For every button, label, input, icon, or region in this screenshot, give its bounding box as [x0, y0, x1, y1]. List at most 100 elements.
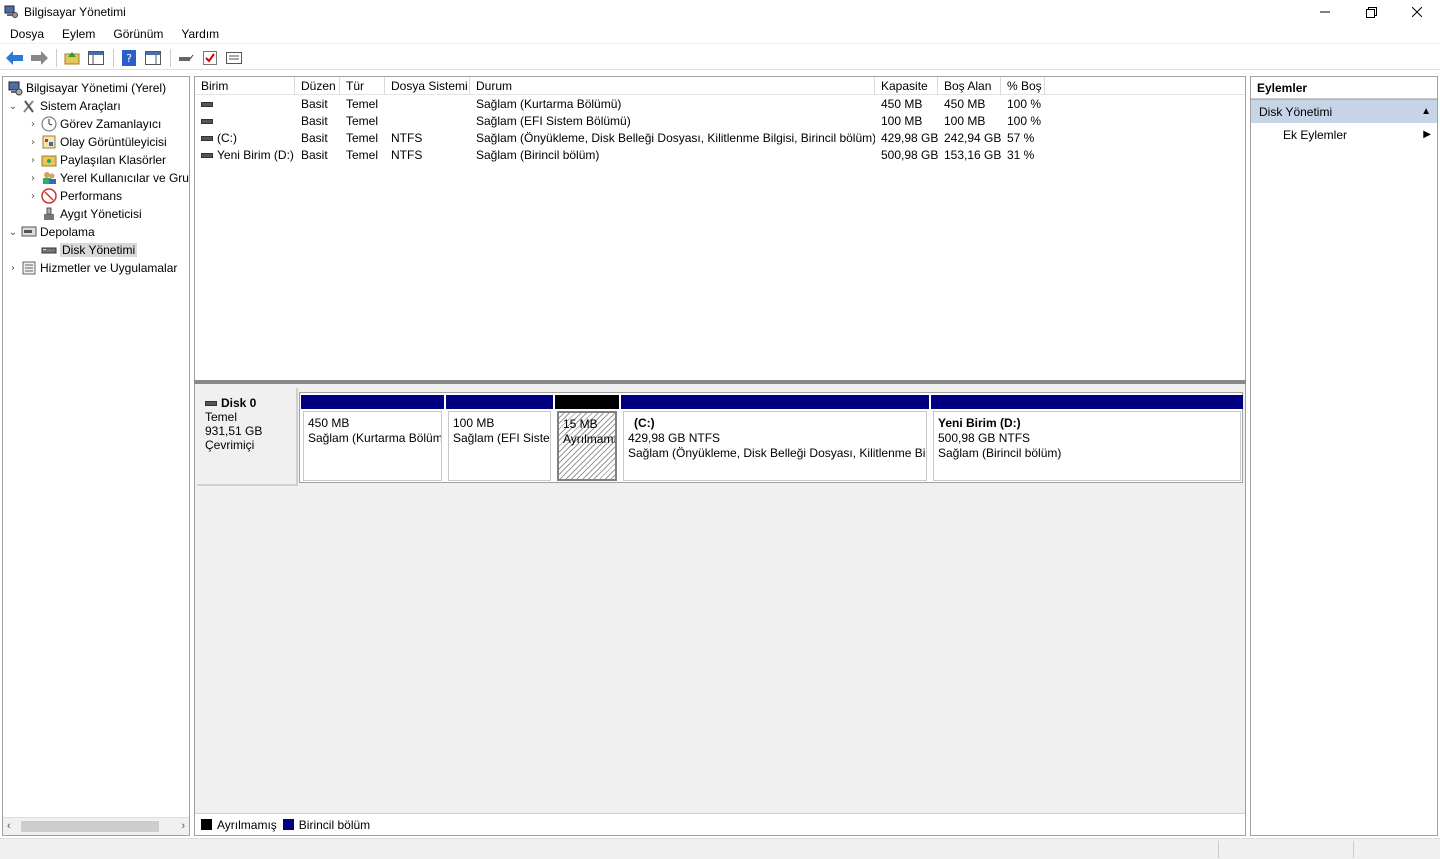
drive-icon — [201, 153, 213, 159]
volume-list-header: Birim Düzen Tür Dosya Sistemi Durum Kapa… — [195, 77, 1245, 95]
table-row[interactable]: (C:) Basit Temel NTFS Sağlam (Önyükleme,… — [195, 130, 1245, 147]
menu-bar: Dosya Eylem Görünüm Yardım — [0, 24, 1440, 44]
tree-item-task-scheduler[interactable]: › Görev Zamanlayıcı — [27, 115, 161, 133]
disk-icon — [41, 242, 57, 258]
clock-icon — [41, 116, 57, 132]
partition-unallocated[interactable]: 15 MB Ayrılmamış — [555, 395, 619, 481]
chevron-right-icon[interactable]: › — [27, 119, 39, 130]
menu-dosya[interactable]: Dosya — [0, 27, 52, 41]
chevron-right-icon[interactable]: › — [7, 263, 19, 274]
partition-efi[interactable]: 100 MB Sağlam (EFI Sistem Bölümü) — [446, 395, 553, 481]
table-row[interactable]: Yeni Birim (D:) Basit Temel NTFS Sağlam … — [195, 147, 1245, 164]
submenu-arrow-icon: ▶ — [1423, 129, 1431, 140]
actions-pane: Eylemler Disk Yönetimi ▲ Ek Eylemler ▶ — [1250, 76, 1438, 836]
tree-item-event-viewer[interactable]: › Olay Görüntüleyicisi — [27, 133, 167, 151]
chevron-down-icon[interactable]: ⌄ — [7, 101, 19, 112]
toolbar-separator — [56, 48, 57, 67]
performance-icon — [41, 188, 57, 204]
collapse-up-icon[interactable]: ▲ — [1421, 100, 1431, 123]
properties-button[interactable] — [223, 48, 245, 68]
actions-header: Eylemler — [1251, 77, 1437, 99]
partition-color-bar — [301, 395, 444, 409]
storage-icon — [21, 224, 37, 240]
legend-item-unallocated: Ayrılmamış — [201, 818, 277, 832]
disk-size: 931,51 GB — [205, 424, 263, 438]
col-header-kapasite[interactable]: Kapasite — [875, 77, 938, 95]
action-more-actions[interactable]: Ek Eylemler ▶ — [1251, 123, 1437, 147]
partition-d[interactable]: Yeni Birim (D:) 500,98 GB NTFS Sağlam (B… — [931, 395, 1243, 481]
toolbar-separator — [113, 48, 114, 67]
menu-eylem[interactable]: Eylem — [52, 27, 103, 41]
col-header-birim[interactable]: Birim — [195, 77, 295, 95]
tree-horizontal-scrollbar[interactable]: ‹ › — [3, 817, 189, 835]
tree-item-device-manager[interactable]: Aygıt Yöneticisi — [39, 205, 142, 223]
tree-item-shared-folders[interactable]: › Paylaşılan Klasörler — [27, 151, 166, 169]
device-manager-icon — [41, 206, 57, 222]
chevron-right-icon[interactable]: › — [27, 191, 39, 202]
menu-yardim[interactable]: Yardım — [171, 27, 227, 41]
table-row[interactable]: Basit Temel Sağlam (Kurtarma Bölümü) 450… — [195, 96, 1245, 113]
col-header-bos-alan[interactable]: Boş Alan — [938, 77, 1001, 95]
legend-item-primary: Birincil bölüm — [282, 818, 370, 832]
computer-management-app-icon — [4, 5, 18, 19]
show-hide-tree-button[interactable] — [85, 48, 107, 68]
checkmark-icon — [203, 50, 217, 65]
back-button[interactable] — [4, 48, 26, 68]
tree-item-performance[interactable]: › Performans — [27, 187, 122, 205]
help-button[interactable]: ? — [118, 48, 140, 68]
col-header-yuzde-bos[interactable]: % Boş — [1001, 77, 1045, 95]
legend-swatch — [282, 819, 294, 830]
folder-up-icon — [64, 51, 80, 64]
forward-button[interactable] — [28, 48, 50, 68]
tree-item-disk-management[interactable]: Disk Yönetimi — [39, 241, 138, 259]
tree-item-system-tools[interactable]: ⌄ Sistem Araçları — [7, 97, 121, 115]
partition-color-bar — [446, 395, 553, 409]
action-pane-icon — [145, 50, 161, 65]
volume-list: Birim Düzen Tür Dosya Sistemi Durum Kapa… — [194, 76, 1246, 382]
window-title: Bilgisayar Yönetimi — [24, 5, 126, 19]
svg-text:?: ? — [126, 52, 132, 65]
up-folder-button[interactable] — [61, 48, 83, 68]
partition-c[interactable]: (C:) 429,98 GB NTFS Sağlam (Önyükleme, D… — [621, 395, 929, 481]
tree-item-computer-management[interactable]: Bilgisayar Yönetimi (Yerel) — [5, 79, 166, 97]
legend: Ayrılmamış Birincil bölüm — [195, 813, 1245, 835]
show-hide-action-pane-button[interactable] — [142, 48, 164, 68]
col-header-duzen[interactable]: Düzen — [295, 77, 340, 95]
scroll-left-icon[interactable]: ‹ — [7, 820, 11, 832]
connect-drive-button[interactable] — [175, 48, 197, 68]
help-icon: ? — [122, 49, 136, 66]
tree-item-storage[interactable]: ⌄ Depolama — [7, 223, 95, 241]
title-bar: Bilgisayar Yönetimi — [0, 0, 1440, 24]
console-tree: Bilgisayar Yönetimi (Yerel) ⌄ Sistem Ara… — [2, 76, 190, 836]
status-bar — [0, 838, 1440, 859]
partition-recovery[interactable]: 450 MB Sağlam (Kurtarma Bölümü) — [301, 395, 444, 481]
scrollbar-thumb[interactable] — [21, 821, 159, 832]
partition-color-bar — [621, 395, 929, 409]
disk-name: Disk 0 — [221, 396, 257, 410]
chevron-right-icon[interactable]: › — [27, 155, 39, 166]
check-button[interactable] — [199, 48, 221, 68]
chevron-right-icon[interactable]: › — [27, 137, 39, 148]
computer-management-icon — [7, 80, 23, 96]
chevron-down-icon[interactable]: ⌄ — [7, 227, 19, 238]
col-header-tur[interactable]: Tür — [340, 77, 385, 95]
scroll-right-icon[interactable]: › — [181, 820, 185, 832]
minimize-button[interactable] — [1302, 0, 1348, 24]
col-header-dosya-sistemi[interactable]: Dosya Sistemi — [385, 77, 470, 95]
forward-arrow-icon — [31, 50, 48, 65]
properties-icon — [226, 51, 242, 64]
back-arrow-icon — [6, 50, 23, 65]
services-icon — [21, 260, 37, 276]
table-row[interactable]: Basit Temel Sağlam (EFI Sistem Bölümü) 1… — [195, 113, 1245, 130]
close-button[interactable] — [1394, 0, 1440, 24]
menu-gorunum[interactable]: Görünüm — [103, 27, 171, 41]
chevron-right-icon[interactable]: › — [27, 173, 39, 184]
actions-section-disk-management[interactable]: Disk Yönetimi ▲ — [1251, 99, 1437, 123]
disk-0-label[interactable]: Disk 0 Temel 931,51 GB Çevrimiçi — [197, 388, 298, 486]
restore-button[interactable] — [1348, 0, 1394, 24]
tree-item-services-applications[interactable]: › Hizmetler ve Uygulamalar — [7, 259, 177, 277]
console-tree-icon — [88, 50, 104, 65]
tree-item-local-users[interactable]: › Yerel Kullanıcılar ve Gru — [27, 169, 189, 187]
col-header-durum[interactable]: Durum — [470, 77, 875, 95]
event-viewer-icon — [41, 134, 57, 150]
